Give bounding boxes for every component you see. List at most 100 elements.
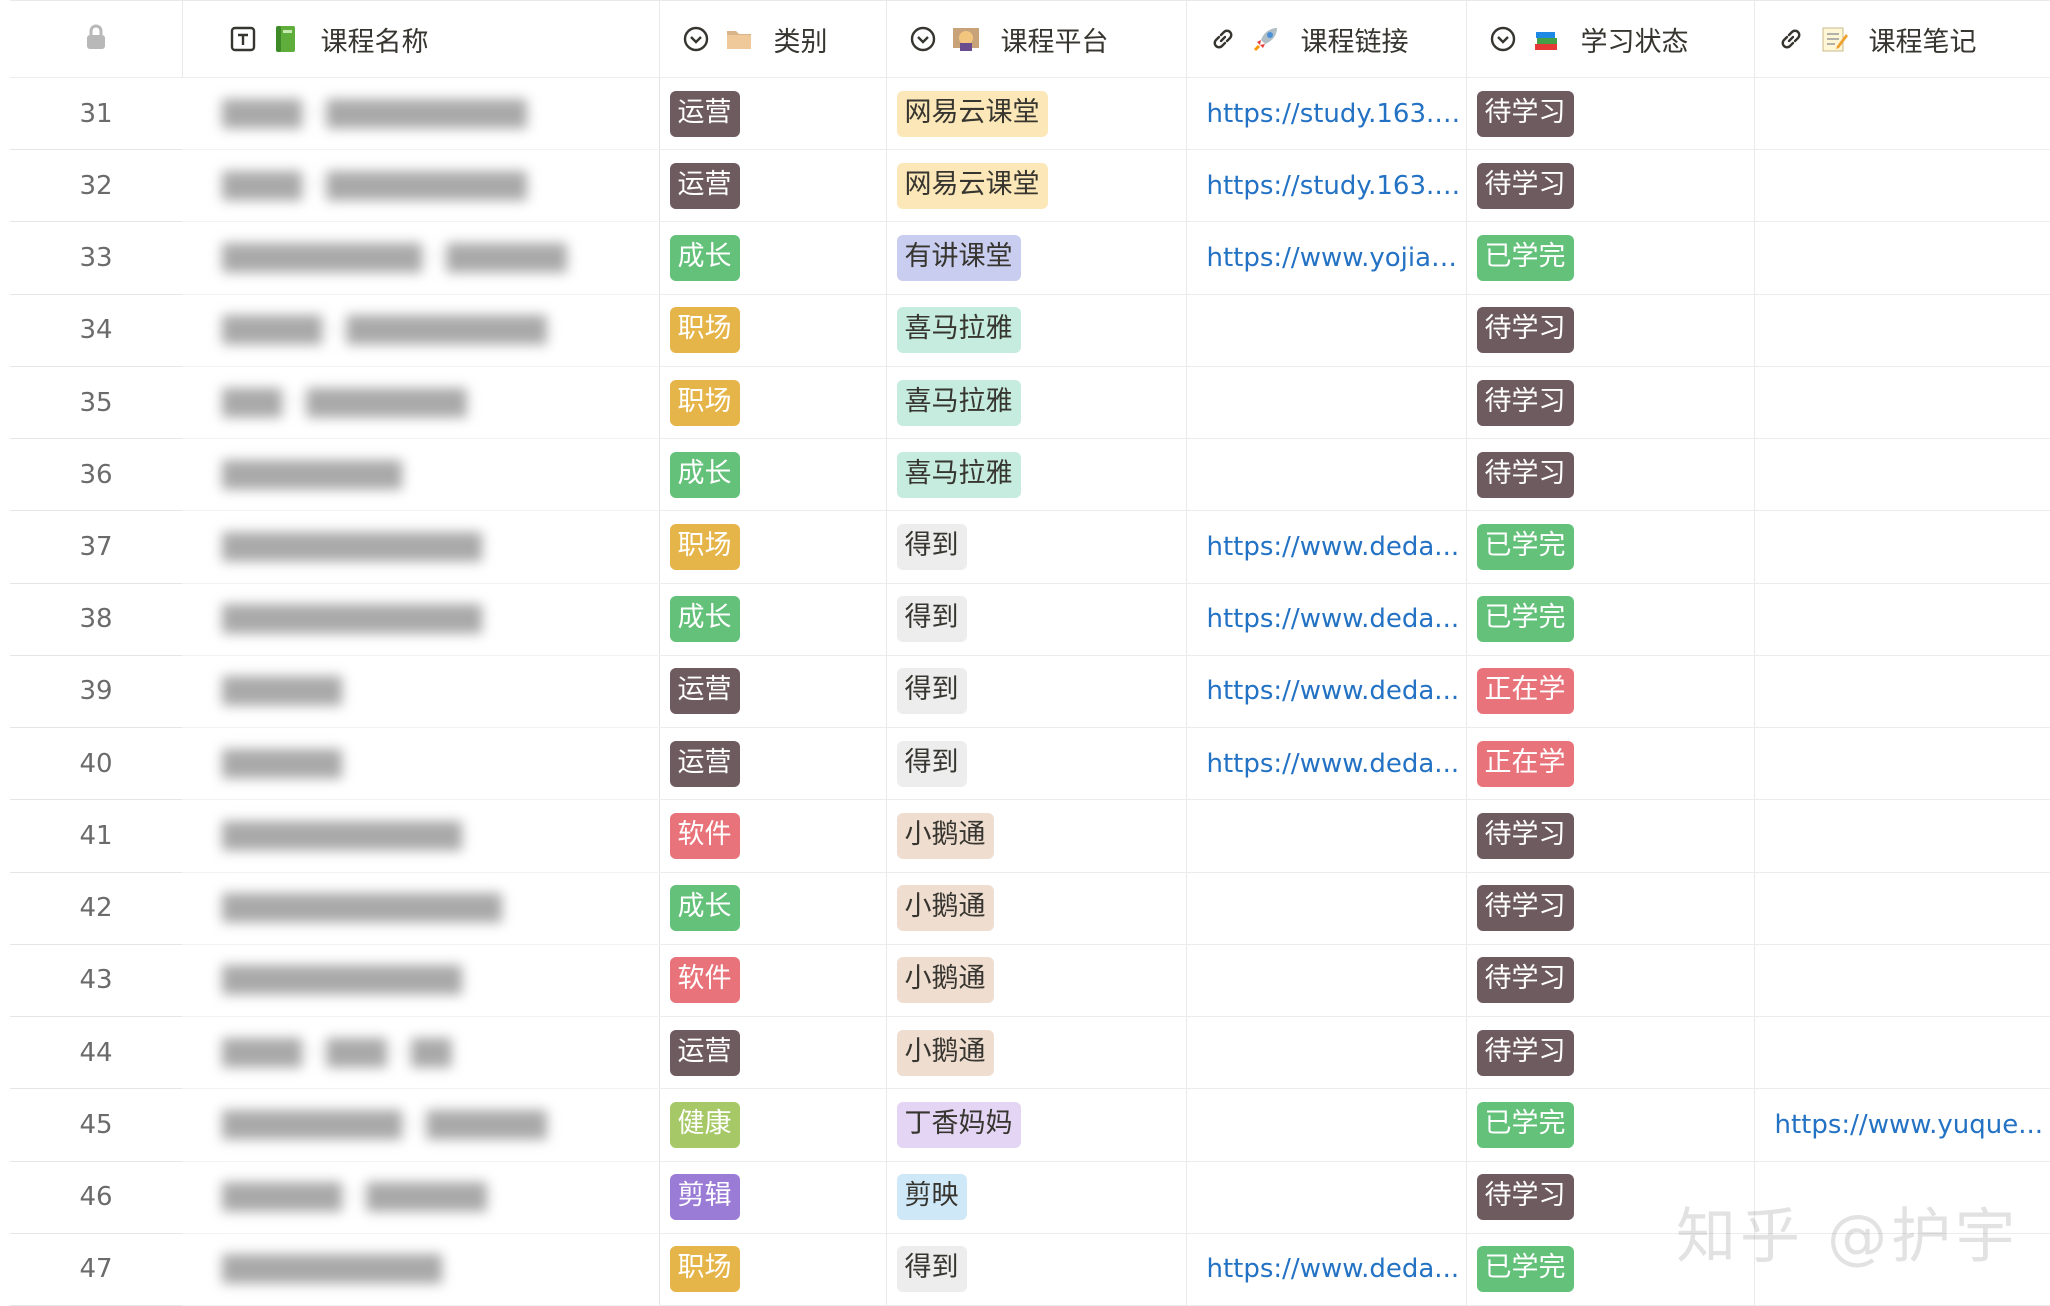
notes-cell[interactable] <box>1754 438 2050 512</box>
table-row[interactable]: 31 ████ · ██████████ 运营 网易云课堂 https://study.… <box>10 77 2050 151</box>
status-cell[interactable]: 已学完 <box>1466 510 1755 584</box>
course-link[interactable]: https://www.deda... <box>1207 532 1466 562</box>
course-link[interactable]: https://www.deda... <box>1207 604 1466 634</box>
platform-cell[interactable]: 喜马拉雅 <box>886 366 1187 440</box>
platform-cell[interactable]: 得到 <box>886 655 1187 729</box>
course-name-cell[interactable]: ██████████ · ██████ <box>182 221 660 295</box>
platform-cell[interactable]: 得到 <box>886 727 1187 801</box>
notes-cell[interactable]: https://www.yuque... <box>1754 1088 2050 1162</box>
course-link-cell[interactable] <box>1186 1161 1467 1234</box>
category-cell[interactable]: 运营 <box>659 655 887 729</box>
course-link-cell[interactable]: https://study.163.c... <box>1186 149 1467 223</box>
course-link[interactable]: https://www.deda... <box>1207 749 1466 779</box>
notes-cell[interactable] <box>1754 149 2050 223</box>
course-name-cell[interactable]: █████████████ <box>182 510 660 584</box>
status-cell[interactable]: 待学习 <box>1466 872 1755 945</box>
status-cell[interactable]: 已学完 <box>1466 583 1755 656</box>
category-cell[interactable]: 运营 <box>659 77 887 151</box>
category-cell[interactable]: 成长 <box>659 221 887 295</box>
course-link-cell[interactable]: https://www.deda... <box>1186 583 1467 656</box>
column-header-course-name[interactable]: 课程名称 <box>182 0 660 78</box>
course-name-cell[interactable]: ████████████ <box>182 799 660 873</box>
table-row[interactable]: 38 █████████████ 成长 得到 https://www.deda... 已学… <box>10 583 2050 656</box>
status-cell[interactable]: 待学习 <box>1466 1016 1755 1090</box>
platform-cell[interactable]: 得到 <box>886 1233 1187 1306</box>
column-header-platform[interactable]: 课程平台 <box>886 0 1187 78</box>
status-cell[interactable]: 待学习 <box>1466 799 1755 873</box>
course-link-cell[interactable] <box>1186 1088 1467 1162</box>
platform-cell[interactable]: 小鹅通 <box>886 944 1187 1018</box>
course-name-cell[interactable]: ███ · ████████ <box>182 366 660 440</box>
platform-cell[interactable]: 小鹅通 <box>886 872 1187 945</box>
course-link-cell[interactable] <box>1186 872 1467 945</box>
course-name-cell[interactable]: ████ · ███ · ██ <box>182 1016 660 1090</box>
table-row[interactable]: 32 ████ · ██████████ 运营 网易云课堂 https://study.… <box>10 149 2050 223</box>
platform-cell[interactable]: 得到 <box>886 583 1187 656</box>
course-link-cell[interactable] <box>1186 1016 1467 1090</box>
course-link-cell[interactable] <box>1186 944 1467 1018</box>
table-row[interactable]: 46 ██████ · ██████ 剪辑 剪映 待学习 <box>10 1161 2050 1234</box>
status-cell[interactable]: 待学习 <box>1466 438 1755 512</box>
notes-cell[interactable] <box>1754 510 2050 584</box>
platform-cell[interactable]: 有讲课堂 <box>886 221 1187 295</box>
platform-cell[interactable]: 喜马拉雅 <box>886 438 1187 512</box>
category-cell[interactable]: 成长 <box>659 583 887 656</box>
course-link-cell[interactable]: https://www.deda... <box>1186 727 1467 801</box>
platform-cell[interactable]: 得到 <box>886 510 1187 584</box>
course-link[interactable]: https://www.deda... <box>1207 676 1466 706</box>
category-cell[interactable]: 成长 <box>659 872 887 945</box>
category-cell[interactable]: 成长 <box>659 438 887 512</box>
course-name-cell[interactable]: █████████ · ██████ <box>182 1088 660 1162</box>
course-name-cell[interactable]: ██████ <box>182 727 660 801</box>
course-name-cell[interactable]: █████████████ <box>182 583 660 656</box>
course-name-cell[interactable]: █████████ <box>182 438 660 512</box>
course-name-cell[interactable]: ████████████ <box>182 944 660 1018</box>
category-cell[interactable]: 职场 <box>659 294 887 367</box>
category-cell[interactable]: 软件 <box>659 944 887 1018</box>
column-header-notes[interactable]: 课程笔记 <box>1754 0 2050 78</box>
category-cell[interactable]: 职场 <box>659 366 887 440</box>
category-cell[interactable]: 剪辑 <box>659 1161 887 1234</box>
course-link-cell[interactable]: https://www.deda... <box>1186 1233 1467 1306</box>
course-link[interactable]: https://study.163.c... <box>1207 99 1466 129</box>
course-name-cell[interactable]: ██████████████ <box>182 872 660 945</box>
course-name-cell[interactable]: █████ · ██████████ <box>182 294 660 367</box>
course-name-cell[interactable]: ███████████ <box>182 1233 660 1306</box>
column-header-category[interactable]: 类别 <box>659 0 887 78</box>
category-cell[interactable]: 职场 <box>659 1233 887 1306</box>
notes-link[interactable]: https://www.yuque... <box>1775 1110 2050 1140</box>
table-row[interactable]: 42 ██████████████ 成长 小鹅通 待学习 <box>10 872 2050 945</box>
platform-cell[interactable]: 网易云课堂 <box>886 149 1187 223</box>
notes-cell[interactable] <box>1754 77 2050 151</box>
course-link[interactable]: https://www.deda... <box>1207 1254 1466 1284</box>
course-link-cell[interactable]: https://study.163.c... <box>1186 77 1467 151</box>
course-link[interactable]: https://study.163.c... <box>1207 171 1466 201</box>
table-row[interactable]: 37 █████████████ 职场 得到 https://www.deda... 已学… <box>10 510 2050 584</box>
course-link-cell[interactable] <box>1186 438 1467 512</box>
status-cell[interactable]: 待学习 <box>1466 944 1755 1018</box>
platform-cell[interactable]: 喜马拉雅 <box>886 294 1187 367</box>
category-cell[interactable]: 软件 <box>659 799 887 873</box>
status-cell[interactable]: 待学习 <box>1466 294 1755 367</box>
course-link-cell[interactable]: https://www.deda... <box>1186 510 1467 584</box>
table-row[interactable]: 44 ████ · ███ · ██ 运营 小鹅通 待学习 <box>10 1016 2050 1090</box>
notes-cell[interactable] <box>1754 727 2050 801</box>
status-cell[interactable]: 待学习 <box>1466 77 1755 151</box>
notes-cell[interactable] <box>1754 221 2050 295</box>
table-row[interactable]: 43 ████████████ 软件 小鹅通 待学习 <box>10 944 2050 1018</box>
status-cell[interactable]: 已学完 <box>1466 1088 1755 1162</box>
status-cell[interactable]: 待学习 <box>1466 1161 1755 1234</box>
course-link-cell[interactable] <box>1186 294 1467 367</box>
course-name-cell[interactable]: ██████ · ██████ <box>182 1161 660 1234</box>
category-cell[interactable]: 运营 <box>659 727 887 801</box>
platform-cell[interactable]: 网易云课堂 <box>886 77 1187 151</box>
course-link-cell[interactable]: https://www.yojian... <box>1186 221 1467 295</box>
table-row[interactable]: 47 ███████████ 职场 得到 https://www.deda... 已学完 <box>10 1233 2050 1306</box>
table-row[interactable]: 33 ██████████ · ██████ 成长 有讲课堂 https://www.y… <box>10 221 2050 295</box>
category-cell[interactable]: 健康 <box>659 1088 887 1162</box>
notes-cell[interactable] <box>1754 944 2050 1018</box>
notes-cell[interactable] <box>1754 872 2050 945</box>
table-row[interactable]: 34 █████ · ██████████ 职场 喜马拉雅 待学习 <box>10 294 2050 367</box>
course-link[interactable]: https://www.yojian... <box>1207 243 1466 273</box>
category-cell[interactable]: 运营 <box>659 149 887 223</box>
